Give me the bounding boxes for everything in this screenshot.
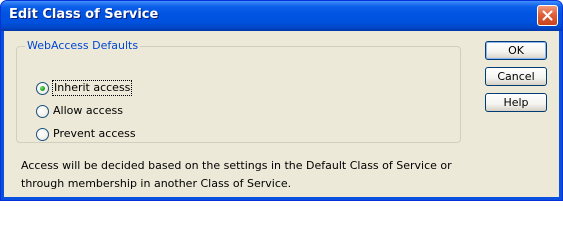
radio-allow-access[interactable]: Allow access (36, 103, 123, 119)
help-button[interactable]: Help (485, 93, 547, 112)
radio-button-selected[interactable] (36, 81, 49, 95)
radio-label-prevent[interactable]: Prevent access (53, 127, 136, 141)
radio-label-inherit[interactable]: Inherit access (51, 80, 133, 96)
webaccess-defaults-group: WebAccess Defaults Inherit access Allow … (16, 39, 461, 143)
radio-inherit-access[interactable]: Inherit access (36, 80, 133, 96)
radio-button[interactable] (36, 104, 49, 118)
title-bar[interactable]: Edit Class of Service (1, 1, 562, 31)
close-button[interactable] (537, 5, 558, 26)
info-line-2: through membership in another Class of S… (21, 177, 292, 190)
cancel-button[interactable]: Cancel (485, 67, 547, 86)
window-title: Edit Class of Service (9, 7, 159, 22)
info-message: Access will be decided based on the sett… (21, 157, 541, 193)
ok-button[interactable]: OK (485, 41, 547, 60)
group-legend: WebAccess Defaults (25, 39, 141, 53)
radio-prevent-access[interactable]: Prevent access (36, 126, 136, 142)
radio-button[interactable] (36, 127, 49, 141)
radio-label-allow[interactable]: Allow access (53, 104, 123, 118)
info-line-1: Access will be decided based on the sett… (21, 159, 452, 172)
radio-selected-dot (40, 85, 45, 91)
close-icon (542, 10, 553, 21)
dialog-window: Edit Class of Service WebAccess Defaults… (0, 0, 563, 201)
dialog-body: WebAccess Defaults Inherit access Allow … (4, 31, 559, 197)
